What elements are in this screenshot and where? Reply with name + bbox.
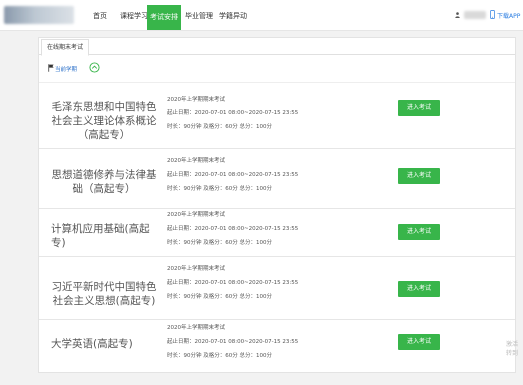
exam-meta: 时长：90分钟 及格分：60分 总分：100分 [167, 294, 272, 300]
chevron-up-icon[interactable] [89, 62, 100, 73]
course-row: 习近平新时代中国特色社会主义思想(高起专) 2020年上学期期末考试 起止日期：… [39, 264, 515, 326]
activation-watermark: 激活 转到 [506, 341, 519, 357]
enter-exam-button[interactable]: 进入考试 [398, 281, 440, 297]
exam-name: 2020年上学期期末考试 [167, 212, 225, 218]
top-navbar: 首页 课程学习 考试安排 毕业管理 学籍异动 下载APP [0, 0, 523, 31]
exam-period: 起止日期：2020-07-01 08:00~2020-07-15 23:55 [167, 339, 299, 345]
exam-name: 2020年上学期期末考试 [167, 97, 225, 103]
enter-exam-button[interactable]: 进入考试 [398, 224, 440, 240]
school-logo [4, 6, 74, 24]
flag-icon [48, 64, 54, 72]
course-title: 计算机应用基础(高起专) [51, 223, 150, 249]
exam-panel: 在线期末考试 当前学期 毛泽东思想和中国特色社会主义理论体系概论（高起专） 20… [38, 37, 516, 373]
course-title: 思想道德修养与法律基础（高起专） [51, 169, 157, 195]
enter-exam-button[interactable]: 进入考试 [398, 100, 440, 116]
exam-meta: 时长：90分钟 及格分：60分 总分：100分 [167, 353, 272, 359]
nav-item-exam-schedule[interactable]: 考试安排 [147, 5, 181, 30]
row-divider [39, 256, 515, 257]
row-divider [39, 208, 515, 209]
tab-divider [39, 54, 515, 55]
exam-meta: 时长：90分钟 及格分：60分 总分：100分 [167, 186, 272, 192]
exam-meta: 时长：90分钟 及格分：60分 总分：100分 [167, 240, 272, 246]
exam-period: 起止日期：2020-07-01 08:00~2020-07-15 23:55 [167, 172, 299, 178]
course-title: 习近平新时代中国特色社会主义思想(高起专) [51, 281, 157, 307]
nav-item-graduation[interactable]: 毕业管理 [182, 8, 216, 24]
exam-name: 2020年上学期期末考试 [167, 266, 225, 272]
exam-period: 起止日期：2020-07-01 08:00~2020-07-15 23:55 [167, 226, 299, 232]
exam-name: 2020年上学期期末考试 [167, 158, 225, 164]
exam-name: 2020年上学期期末考试 [167, 325, 225, 331]
user-icon[interactable] [455, 12, 460, 18]
download-app-link[interactable]: 下载APP [497, 11, 520, 20]
current-term-label[interactable]: 当前学期 [55, 65, 77, 73]
enter-exam-button[interactable]: 进入考试 [398, 334, 440, 350]
exam-period: 起止日期：2020-07-01 08:00~2020-07-15 23:55 [167, 110, 299, 116]
user-name[interactable] [464, 11, 486, 19]
row-divider [39, 148, 515, 149]
phone-icon[interactable] [490, 10, 495, 19]
enter-exam-button[interactable]: 进入考试 [398, 168, 440, 184]
row-divider [39, 319, 515, 320]
course-row: 大学英语(高起专) 2020年上学期期末考试 起止日期：2020-07-01 0… [39, 323, 515, 385]
course-row: 计算机应用基础(高起专) 2020年上学期期末考试 起止日期：2020-07-0… [39, 210, 515, 272]
tab-online-final-exam[interactable]: 在线期末考试 [41, 39, 90, 56]
exam-meta: 时长：90分钟 及格分：60分 总分：100分 [167, 124, 272, 130]
course-title: 毛泽东思想和中国特色社会主义理论体系概论（高起专） [51, 101, 157, 141]
nav-item-home[interactable]: 首页 [88, 8, 112, 24]
term-divider [39, 82, 515, 83]
exam-period: 起止日期：2020-07-01 08:00~2020-07-15 23:55 [167, 280, 299, 286]
course-title: 大学英语(高起专) [51, 338, 133, 350]
nav-item-status-change[interactable]: 学籍异动 [216, 8, 250, 24]
